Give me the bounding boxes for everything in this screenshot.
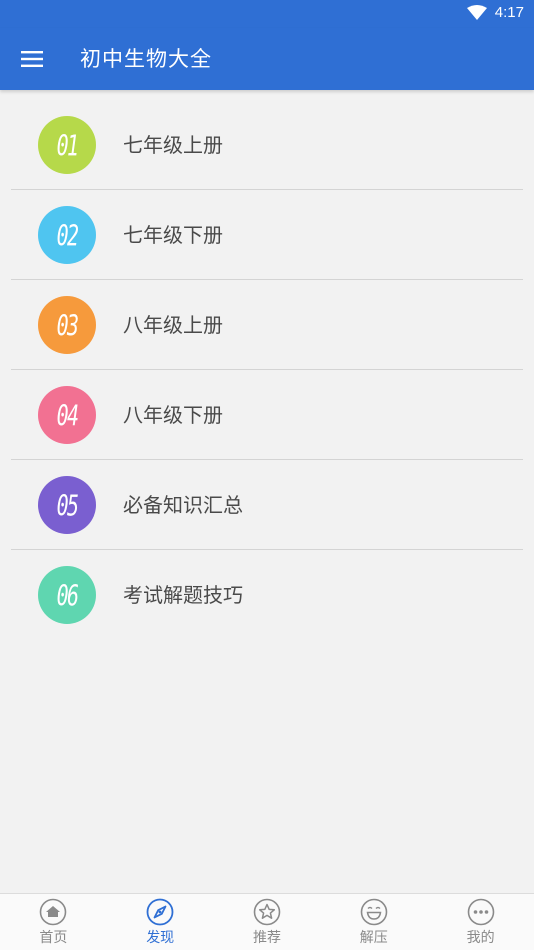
app-bar: 初中生物大全 (0, 28, 534, 90)
menu-button[interactable] (10, 37, 54, 81)
list-item-3[interactable]: 03 八年级上册 (0, 280, 534, 370)
list-item-label: 考试解题技巧 (123, 583, 243, 607)
number-badge: 01 (38, 116, 96, 174)
list-item-4[interactable]: 04 八年级下册 (0, 370, 534, 460)
nav-label: 推荐 (252, 930, 281, 946)
list-item-5[interactable]: 05 必备知识汇总 (0, 460, 534, 550)
number-badge: 06 (38, 566, 96, 624)
nav-item-mine[interactable]: 我的 (427, 894, 534, 950)
compass-icon (146, 898, 174, 926)
list-item-1[interactable]: 01 七年级上册 (0, 100, 534, 190)
list-item-label: 八年级上册 (123, 313, 223, 337)
home-icon (40, 898, 67, 926)
bottom-navigation: 首页 发现 推荐 解压 我的 (0, 893, 534, 950)
number-badge: 02 (38, 206, 96, 264)
list-item-2[interactable]: 02 七年级下册 (0, 190, 534, 280)
list-item-label: 八年级下册 (123, 403, 223, 427)
nav-item-home[interactable]: 首页 (0, 894, 107, 950)
star-icon (253, 898, 281, 926)
volume-list: 01 七年级上册 02 七年级下册 03 八年级上册 04 八年级下册 05 必… (0, 100, 534, 640)
list-item-6[interactable]: 06 考试解题技巧 (0, 550, 534, 640)
nav-label: 首页 (39, 930, 68, 946)
list-item-label: 七年级上册 (123, 133, 223, 157)
nav-item-recommend[interactable]: 推荐 (214, 894, 321, 950)
list-item-label: 必备知识汇总 (123, 493, 243, 517)
smile-icon (360, 898, 388, 926)
number-badge: 03 (38, 296, 96, 354)
clock-time: 4:17 (494, 4, 524, 21)
nav-item-discover[interactable]: 发现 (107, 894, 214, 950)
status-bar: 4:17 (0, 0, 534, 28)
more-dots-icon (467, 898, 494, 926)
nav-label: 解压 (359, 930, 388, 946)
nav-item-relax[interactable]: 解压 (320, 894, 427, 950)
status-indicators: 4:17 (466, 4, 524, 21)
nav-label: 我的 (466, 930, 495, 946)
number-badge: 05 (38, 476, 96, 534)
hamburger-menu-icon (21, 51, 43, 67)
wifi-icon (466, 4, 487, 20)
page-title: 初中生物大全 (80, 47, 212, 71)
list-item-label: 七年级下册 (123, 223, 223, 247)
number-badge: 04 (38, 386, 96, 444)
nav-label: 发现 (146, 930, 175, 946)
